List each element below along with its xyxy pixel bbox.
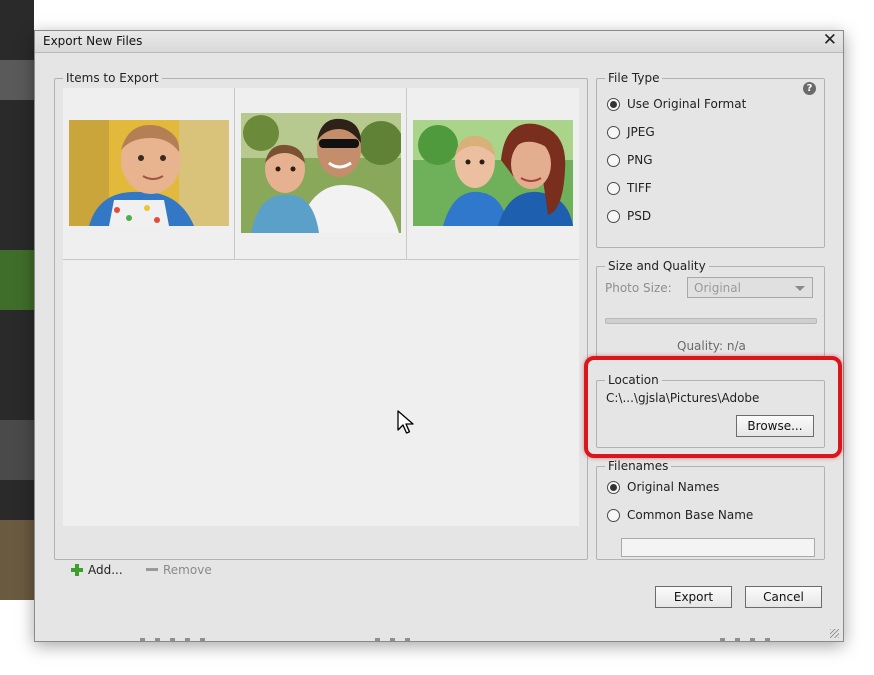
radio-label: PSD: [627, 209, 652, 223]
radio-original-names[interactable]: Original Names: [607, 480, 719, 494]
thumbnail-image: [241, 113, 401, 233]
thumbnail-strip: [63, 88, 579, 260]
photo-size-select[interactable]: Original: [687, 277, 813, 298]
mouse-cursor-icon: [397, 410, 414, 434]
remove-label: Remove: [163, 563, 212, 577]
background-dots: [375, 638, 410, 642]
file-type-group: File Type ? Use Original Format JPEG PNG…: [596, 70, 825, 248]
cancel-label: Cancel: [763, 590, 804, 604]
radio-button: [607, 97, 620, 111]
photo-size-value: Original: [694, 281, 741, 295]
minus-icon: [145, 563, 159, 577]
radio-png[interactable]: PNG: [607, 153, 653, 167]
export-label: Export: [673, 590, 714, 604]
filenames-legend: Filenames: [605, 458, 672, 474]
quality-label: Quality: n/a: [677, 339, 746, 353]
size-quality-legend: Size and Quality: [605, 258, 709, 274]
radio-tiff[interactable]: TIFF: [607, 181, 652, 195]
thumbnail-cell[interactable]: [63, 88, 235, 259]
size-quality-group: Size and Quality Photo Size: Original Qu…: [596, 258, 825, 357]
dialog-title: Export New Files: [43, 34, 143, 48]
radio-label: Original Names: [627, 480, 720, 494]
background-dots: [720, 638, 770, 642]
background-window-edge: [0, 0, 34, 600]
plus-icon: [70, 563, 84, 577]
radio-psd[interactable]: PSD: [607, 209, 651, 223]
base-name-input[interactable]: [621, 538, 815, 557]
radio-button: [607, 181, 620, 195]
help-icon[interactable]: ?: [803, 82, 816, 95]
radio-original-format[interactable]: Use Original Format: [607, 97, 746, 111]
thumbnail-image: [69, 120, 229, 226]
items-to-export-group: Items to Export Add... Remove: [54, 70, 588, 577]
thumbnail-cell[interactable]: [235, 88, 407, 259]
background-dots: [140, 638, 205, 642]
radio-label: Common Base Name: [627, 508, 754, 522]
filenames-group: Filenames Original Names Common Base Nam…: [596, 458, 825, 560]
radio-button: [607, 125, 620, 139]
radio-button: [607, 508, 620, 522]
radio-button: [607, 153, 620, 167]
location-highlight-annotation: [584, 356, 842, 458]
close-icon[interactable]: ✕: [823, 30, 837, 50]
radio-button: [607, 209, 620, 223]
chevron-down-icon: [795, 286, 805, 291]
quality-slider[interactable]: [605, 318, 817, 324]
add-label: Add...: [88, 563, 123, 577]
title-bar: Export New Files ✕: [35, 30, 843, 53]
radio-label: PNG: [627, 153, 653, 167]
radio-label: TIFF: [627, 181, 652, 195]
thumbnail-cell[interactable]: [407, 88, 578, 259]
photo-size-label: Photo Size:: [605, 281, 672, 295]
items-list[interactable]: [63, 88, 579, 526]
add-button[interactable]: Add...: [70, 563, 123, 577]
radio-common-base-name[interactable]: Common Base Name: [607, 508, 753, 522]
thumbnail-image: [413, 120, 573, 226]
radio-label: JPEG: [627, 125, 655, 139]
file-type-legend: File Type: [605, 70, 663, 86]
resize-grip[interactable]: [830, 629, 839, 638]
export-button[interactable]: Export: [655, 586, 732, 608]
radio-jpeg[interactable]: JPEG: [607, 125, 655, 139]
radio-label: Use Original Format: [627, 97, 747, 111]
items-to-export-legend: Items to Export: [63, 70, 162, 86]
remove-button[interactable]: Remove: [145, 563, 212, 577]
export-dialog: Export New Files ✕ Items to Export Add..…: [34, 30, 844, 642]
cancel-button[interactable]: Cancel: [745, 586, 822, 608]
radio-button: [607, 480, 620, 494]
